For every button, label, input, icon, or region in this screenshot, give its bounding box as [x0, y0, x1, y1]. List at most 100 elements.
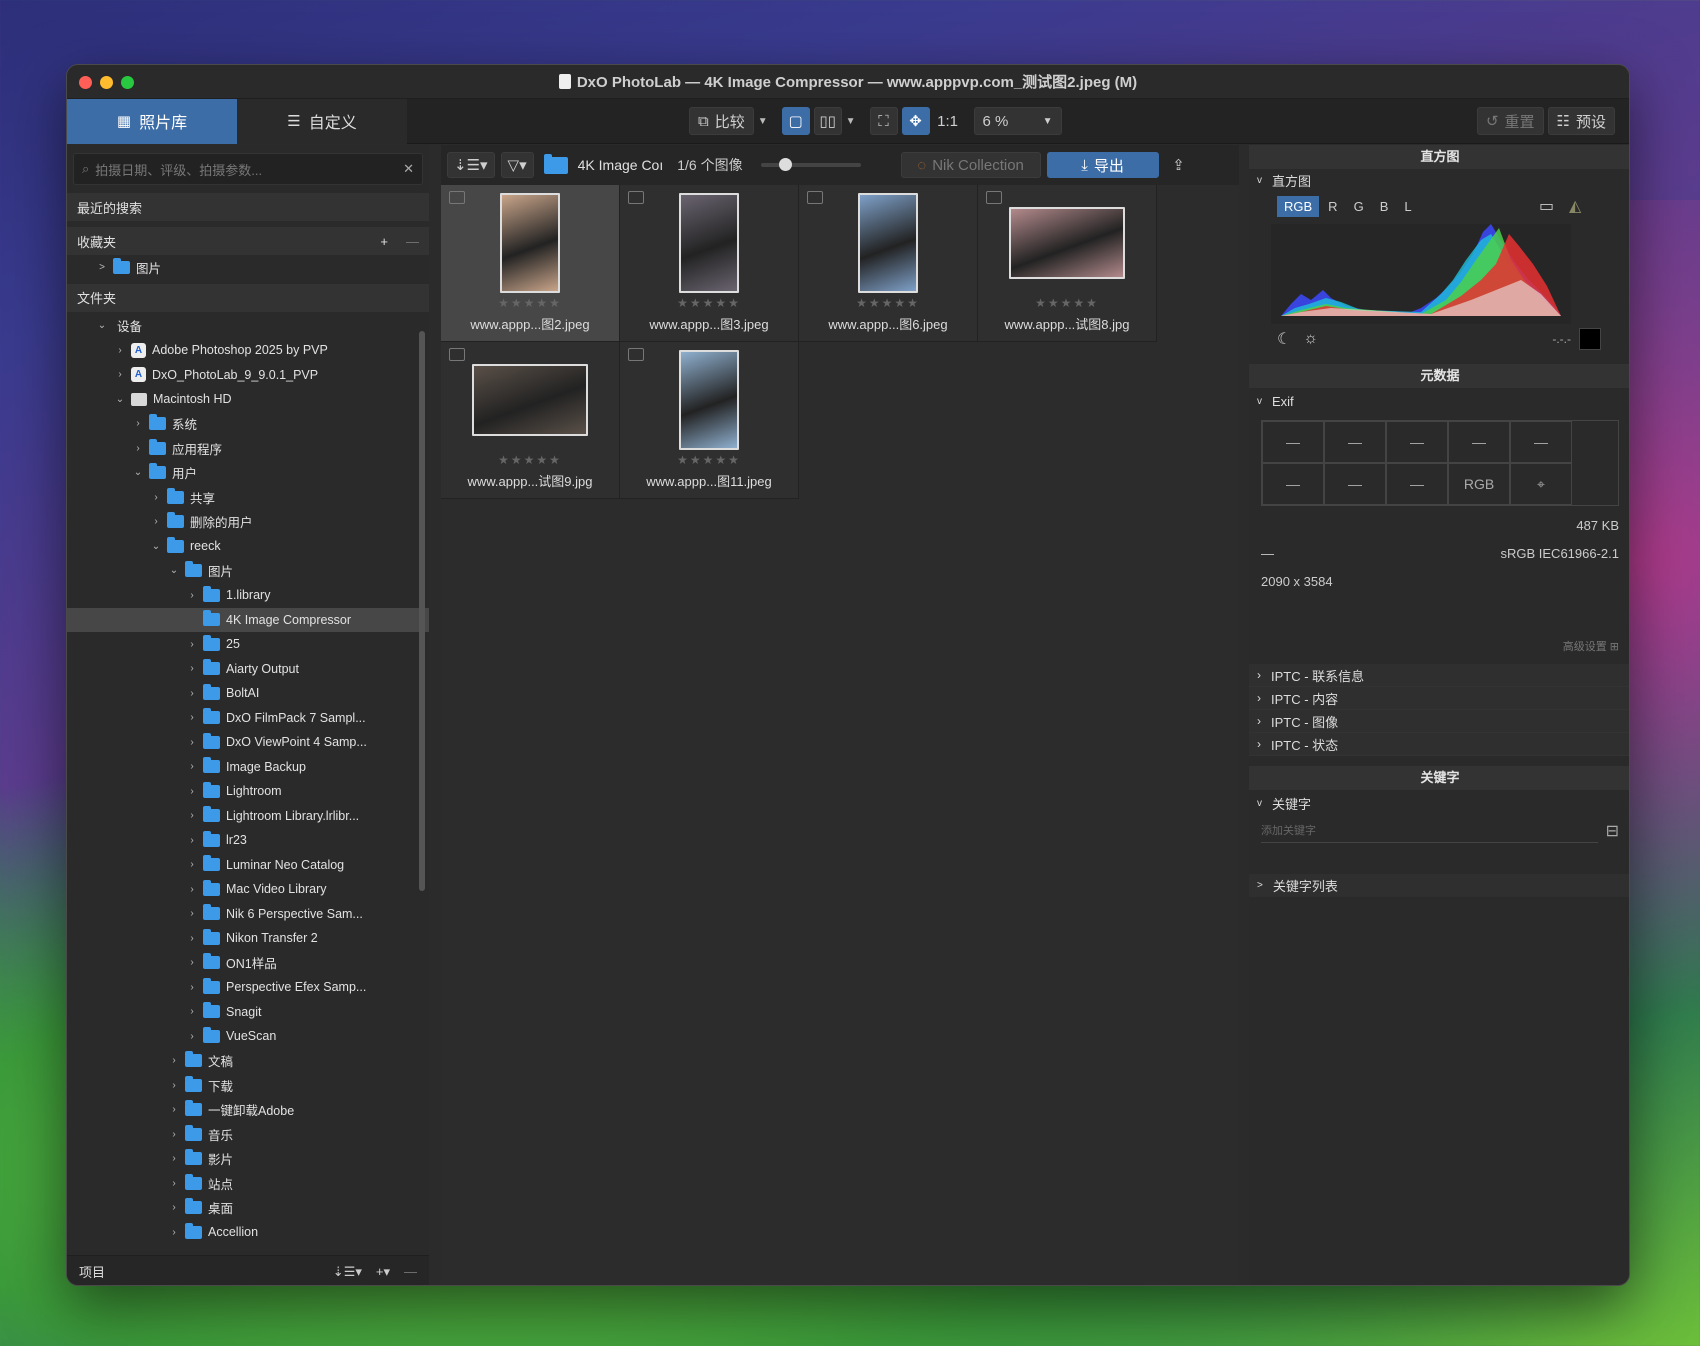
folder-tree-row[interactable]: ⌄ 图片: [67, 559, 429, 584]
folder-tree-row[interactable]: › Lightroom Library.lrlibr...: [67, 804, 429, 829]
folder-tree-row[interactable]: ⌄ reeck: [67, 534, 429, 559]
folder-tree-row[interactable]: › ON1样品: [67, 951, 429, 976]
histogram-section-header[interactable]: v 直方图: [1249, 169, 1629, 192]
zoom-window-button[interactable]: [121, 76, 134, 89]
chevron-right-icon[interactable]: ›: [185, 639, 199, 650]
chevron-right-icon[interactable]: ›: [185, 982, 199, 993]
move-button[interactable]: ✥: [901, 107, 930, 135]
folders-header[interactable]: 文件夹: [67, 283, 429, 312]
channel-button[interactable]: L: [1397, 196, 1418, 217]
folder-tree-row[interactable]: › lr23: [67, 828, 429, 853]
chevron-right-icon[interactable]: ›: [185, 737, 199, 748]
folder-tree-row[interactable]: › 共享: [67, 485, 429, 510]
folder-tree-row[interactable]: › Nik 6 Perspective Sam...: [67, 902, 429, 927]
advanced-settings-link[interactable]: 高级设置 ⊞: [1261, 638, 1619, 654]
thumbnail-cell[interactable]: ★★★★★ www.appp...图6.jpeg: [799, 185, 978, 342]
thumbnail-cell[interactable]: ★★★★★ www.appp...图3.jpeg: [620, 185, 799, 342]
star-rating[interactable]: ★★★★★: [856, 296, 920, 310]
folder-tree-row[interactable]: › 影片: [67, 1147, 429, 1172]
star-rating[interactable]: ★★★★★: [677, 453, 741, 467]
iptc-section-header[interactable]: › IPTC - 联系信息: [1249, 664, 1629, 687]
chevron-down-icon[interactable]: ⌄: [113, 394, 127, 405]
chevron-right-icon[interactable]: ›: [167, 1227, 181, 1238]
chevron-right-icon[interactable]: ›: [185, 761, 199, 772]
chevron-right-icon[interactable]: ›: [149, 492, 163, 503]
thumbnail-cell[interactable]: ★★★★★ www.appp...试图8.jpg: [978, 185, 1157, 342]
thumbnail-image[interactable]: [679, 193, 739, 293]
folder-tree-row[interactable]: ⌄ 用户: [67, 461, 429, 486]
thumbnail-image[interactable]: [679, 350, 739, 450]
export-button[interactable]: ⤓ 导出: [1046, 152, 1159, 178]
split-view-button[interactable]: ▯▯: [813, 107, 842, 135]
nik-collection-button[interactable]: ◌ Nik Collection: [900, 152, 1041, 178]
chevron-right-icon[interactable]: ›: [185, 908, 199, 919]
thumbnail-cell[interactable]: ★★★★★ www.appp...图11.jpeg: [620, 342, 799, 499]
folder-tree-row[interactable]: › 下载: [67, 1073, 429, 1098]
folder-tree-row[interactable]: › 1.library: [67, 583, 429, 608]
folder-tree-row[interactable]: › 删除的用户: [67, 510, 429, 535]
folder-tree-row[interactable]: › DxO FilmPack 7 Sampl...: [67, 706, 429, 731]
clear-search-icon[interactable]: ✕: [403, 161, 414, 177]
chevron-right-icon[interactable]: ›: [113, 345, 127, 356]
keyword-list-header[interactable]: > 关键字列表: [1249, 874, 1629, 897]
chevron-right-icon[interactable]: ›: [167, 1104, 181, 1115]
folder-tree-row[interactable]: › 音乐: [67, 1122, 429, 1147]
chevron-right-icon[interactable]: ›: [167, 1055, 181, 1066]
folder-tree-row[interactable]: › VueScan: [67, 1024, 429, 1049]
channel-button[interactable]: R: [1321, 196, 1344, 217]
chevron-right-icon[interactable]: ›: [185, 835, 199, 846]
chevron-right-icon[interactable]: ›: [167, 1178, 181, 1189]
tab-photo-library[interactable]: ▦ 照片库: [67, 98, 237, 144]
keywords-section-header[interactable]: v 关键字: [1249, 790, 1629, 816]
chevron-right-icon[interactable]: ›: [149, 516, 163, 527]
chevron-down-icon[interactable]: ⌄: [167, 565, 181, 576]
chevron-right-icon[interactable]: ›: [185, 884, 199, 895]
folder-tree-row[interactable]: › 系统: [67, 412, 429, 437]
exif-section-header[interactable]: v Exif: [1249, 388, 1629, 414]
folder-tree-row[interactable]: › Nikon Transfer 2: [67, 926, 429, 951]
folder-tree-row[interactable]: › 应用程序: [67, 436, 429, 461]
folder-tree-row[interactable]: › 站点: [67, 1171, 429, 1196]
folder-tree-row[interactable]: 4K Image Compressor: [67, 607, 429, 632]
chevron-right-icon[interactable]: ›: [131, 443, 145, 454]
chevron-right-icon[interactable]: ›: [185, 1006, 199, 1017]
chevron-right-icon[interactable]: ›: [167, 1153, 181, 1164]
left-scrollbar[interactable]: [419, 331, 425, 891]
reset-button[interactable]: ↺ 重置: [1476, 107, 1544, 135]
slider-thumb[interactable]: [778, 158, 792, 171]
presets-button[interactable]: ☷ 预设: [1547, 107, 1615, 135]
add-favorite-icon[interactable]: +: [380, 234, 388, 249]
chevron-right-icon[interactable]: ›: [185, 663, 199, 674]
chevron-right-icon[interactable]: ›: [185, 933, 199, 944]
gamut-icon[interactable]: ◭: [1569, 196, 1581, 216]
folder-tree-row[interactable]: › Aiarty Output: [67, 657, 429, 682]
monitor-icon[interactable]: ▭: [1539, 196, 1554, 216]
sort-button[interactable]: ⇣☰▾: [447, 152, 495, 178]
compare-dropdown-icon[interactable]: ▼: [758, 116, 768, 127]
view-dropdown-icon[interactable]: ▼: [846, 116, 856, 127]
thumbnail-image[interactable]: [500, 193, 560, 293]
chevron-right-icon[interactable]: ›: [185, 957, 199, 968]
thumbnail-image[interactable]: [858, 193, 918, 293]
folder-tree-row[interactable]: › A DxO_PhotoLab_9_9.0.1_PVP: [67, 363, 429, 388]
iptc-section-header[interactable]: › IPTC - 内容: [1249, 687, 1629, 710]
thumbnail-cell[interactable]: ★★★★★ www.appp...图2.jpeg: [441, 185, 620, 342]
folder-tree-row[interactable]: › 文稿: [67, 1049, 429, 1074]
remove-project-icon[interactable]: —: [404, 1264, 417, 1280]
zoom-1to1-button[interactable]: 1:1: [934, 107, 962, 135]
folder-tree-row[interactable]: › BoltAI: [67, 681, 429, 706]
star-rating[interactable]: ★★★★★: [677, 296, 741, 310]
folder-tree-row[interactable]: › Luminar Neo Catalog: [67, 853, 429, 878]
chevron-down-icon[interactable]: ⌄: [95, 320, 109, 331]
thumbnail-image[interactable]: [1009, 207, 1125, 279]
zoom-select[interactable]: 6 % ▼: [973, 107, 1062, 135]
tab-customize[interactable]: ☰ 自定义: [237, 98, 407, 144]
folder-tree-row[interactable]: › Accellion: [67, 1220, 429, 1245]
chevron-right-icon[interactable]: ›: [185, 712, 199, 723]
shadow-clipping-icon[interactable]: ☾: [1277, 329, 1291, 349]
folder-tree-row[interactable]: › Image Backup: [67, 755, 429, 780]
chevron-right-icon[interactable]: ›: [185, 1031, 199, 1042]
channel-button[interactable]: B: [1373, 196, 1396, 217]
minimize-window-button[interactable]: [100, 76, 113, 89]
thumbnail-image[interactable]: [472, 364, 588, 436]
